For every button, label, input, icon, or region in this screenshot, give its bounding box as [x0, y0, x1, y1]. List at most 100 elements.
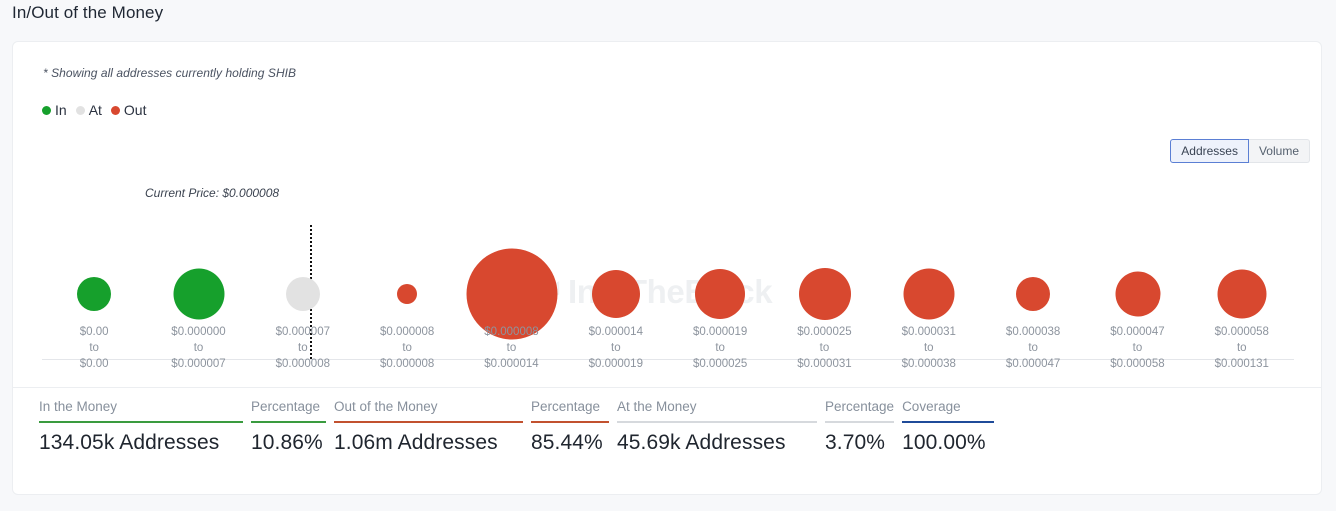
x-axis-label-separator: to — [715, 342, 725, 354]
stat-at-the-money-4: At the Money 45.69k Addresses — [617, 399, 817, 455]
x-axis-label-from: $0.000047 — [1110, 326, 1165, 338]
page-title: In/Out of the Money — [12, 3, 164, 22]
x-axis-label-from: $0.000031 — [901, 326, 956, 338]
bubble-out-6[interactable] — [695, 269, 746, 319]
x-axis-label-from: $0.000000 — [171, 326, 226, 338]
x-axis-label-separator: to — [298, 342, 308, 354]
x-axis-label-separator: to — [1132, 342, 1143, 354]
x-axis-label-to: $0.000007 — [171, 358, 226, 370]
x-axis-label: $0.000019 to $0.000025 — [668, 324, 772, 372]
stat-label: Coverage — [902, 399, 961, 414]
bubble-out-9[interactable] — [1016, 277, 1051, 311]
x-axis-label-separator: to — [89, 342, 99, 354]
x-axis-label: $0.00 to $0.00 — [42, 324, 146, 372]
x-axis-label-to: $0.000008 — [275, 358, 330, 370]
x-axis-label: $0.000007 to $0.000008 — [251, 324, 355, 372]
stat-underline — [334, 421, 523, 423]
bubble-out-10[interactable] — [1115, 271, 1160, 317]
stat-label: Percentage — [825, 399, 895, 414]
bubble-out-11[interactable] — [1217, 269, 1267, 319]
metric-toggle-group[interactable]: Addresses Volume — [1170, 139, 1310, 163]
legend-item-in[interactable]: In — [42, 102, 67, 118]
stat-value: 3.70% — [825, 431, 886, 454]
x-axis-label-separator: to — [611, 342, 621, 354]
x-axis-label-separator: to — [1028, 342, 1038, 354]
bubble-plot: Current Price: $0.000008 IntoTheBlock — [42, 176, 1294, 360]
x-axis-label-to: $0.000131 — [1214, 358, 1269, 370]
circle-icon — [42, 105, 51, 115]
stat-label: At the Money — [617, 399, 697, 414]
x-axis-label-from: $0.000008 — [379, 326, 435, 338]
x-axis-label-to: $0.000058 — [1110, 358, 1165, 370]
x-axis-label-from: $0.000058 — [1214, 326, 1269, 338]
bubble-out-8[interactable] — [903, 268, 955, 320]
x-axis-label-from: $0.000014 — [588, 326, 643, 338]
bubble-out-5[interactable] — [591, 270, 640, 318]
stat-label: In the Money — [39, 399, 118, 414]
stat-underline — [531, 421, 609, 423]
stat-label: Percentage — [531, 399, 601, 414]
x-axis-label-to: $0.000014 — [484, 358, 539, 370]
stat-value: 1.06m Addresses — [334, 431, 498, 454]
stat-value: 10.86% — [251, 431, 323, 454]
x-axis-label-separator: to — [402, 342, 412, 354]
x-axis-label: $0.000000 to $0.000007 — [146, 324, 250, 372]
x-axis-label: $0.000014 to $0.000019 — [564, 324, 668, 372]
bubble-out-3[interactable] — [397, 284, 418, 304]
bubble-in-1[interactable] — [173, 268, 224, 320]
x-axis-label-from: $0.000008 — [484, 326, 539, 338]
stat-underline — [825, 421, 895, 423]
x-axis-label-to: $0.000025 — [692, 358, 748, 370]
stat-out-of-the-money-2: Out of the Money 1.06m Addresses — [334, 399, 523, 455]
legend-item-at[interactable]: At — [75, 102, 102, 118]
x-axis-label-to: $0.000031 — [797, 358, 852, 370]
stat-in-the-money-0: In the Money 134.05k Addresses — [39, 399, 243, 455]
x-axis-label: $0.000031 to $0.000038 — [877, 324, 981, 372]
x-axis-labels: $0.00 to $0.00 $0.000000 to $0.000007 $0.00000… — [42, 324, 1294, 372]
x-axis-label-from: $0.00 — [79, 326, 109, 338]
in-out-of-the-money-card: * Showing all addresses currently holdin… — [12, 41, 1322, 495]
x-axis-label: $0.000008 to $0.000008 — [355, 324, 459, 372]
bubble-in-0[interactable] — [77, 277, 112, 311]
toggle-addresses-button[interactable]: Addresses — [1170, 139, 1249, 163]
x-axis-label-separator: to — [819, 342, 830, 354]
x-axis-label-separator: to — [193, 342, 204, 354]
current-price-annotation: Current Price: $0.000008 — [145, 186, 280, 200]
circle-icon — [75, 105, 85, 115]
stat-underline — [251, 421, 326, 423]
bubble-out-7[interactable] — [798, 268, 851, 320]
x-axis-label-to: $0.000038 — [901, 358, 956, 370]
stat-value: 100.00% — [902, 431, 986, 454]
x-axis-label-to: $0.000019 — [588, 358, 643, 370]
legend-item-label: In — [55, 102, 67, 118]
bubble-at-2[interactable] — [285, 277, 320, 311]
stat-coverage-6: Coverage 100.00% — [902, 399, 995, 455]
legend-item-label: Out — [123, 102, 147, 118]
stat-underline — [39, 421, 243, 423]
x-axis-label: $0.000025 to $0.000031 — [772, 324, 876, 372]
x-axis-label-from: $0.000019 — [692, 326, 748, 338]
x-axis-label-separator: to — [1236, 342, 1247, 354]
summary-stats: In the Money 134.05k Addresses Percentage 1… — [39, 399, 1002, 455]
legend-item-out[interactable]: Out — [110, 102, 147, 118]
stat-label: Percentage — [251, 399, 321, 414]
toggle-volume-button[interactable]: Volume — [1248, 139, 1310, 163]
stat-value: 85.44% — [531, 431, 603, 454]
x-axis-label-from: $0.000025 — [797, 326, 852, 338]
x-axis-label-from: $0.000038 — [1005, 326, 1061, 338]
x-axis-label: $0.000038 to $0.000047 — [981, 324, 1085, 372]
chart-legend: In At Out — [42, 102, 147, 118]
x-axis-label: $0.000008 to $0.000014 — [459, 324, 563, 372]
stat-percentage-5: Percentage 3.70% — [825, 399, 895, 455]
x-axis-label-from: $0.000007 — [275, 326, 330, 338]
stat-underline — [617, 421, 817, 423]
stat-label: Out of the Money — [334, 399, 438, 414]
stat-percentage-1: Percentage 10.86% — [251, 399, 326, 455]
circle-icon — [110, 105, 120, 115]
x-axis-label-separator: to — [923, 342, 934, 354]
stat-value: 45.69k Addresses — [617, 431, 786, 454]
chart-footnote: * Showing all addresses currently holdin… — [43, 66, 297, 80]
stat-underline — [902, 421, 995, 423]
x-axis-label: $0.000058 to $0.000131 — [1190, 324, 1294, 372]
x-axis-label-to: $0.000047 — [1005, 358, 1061, 370]
